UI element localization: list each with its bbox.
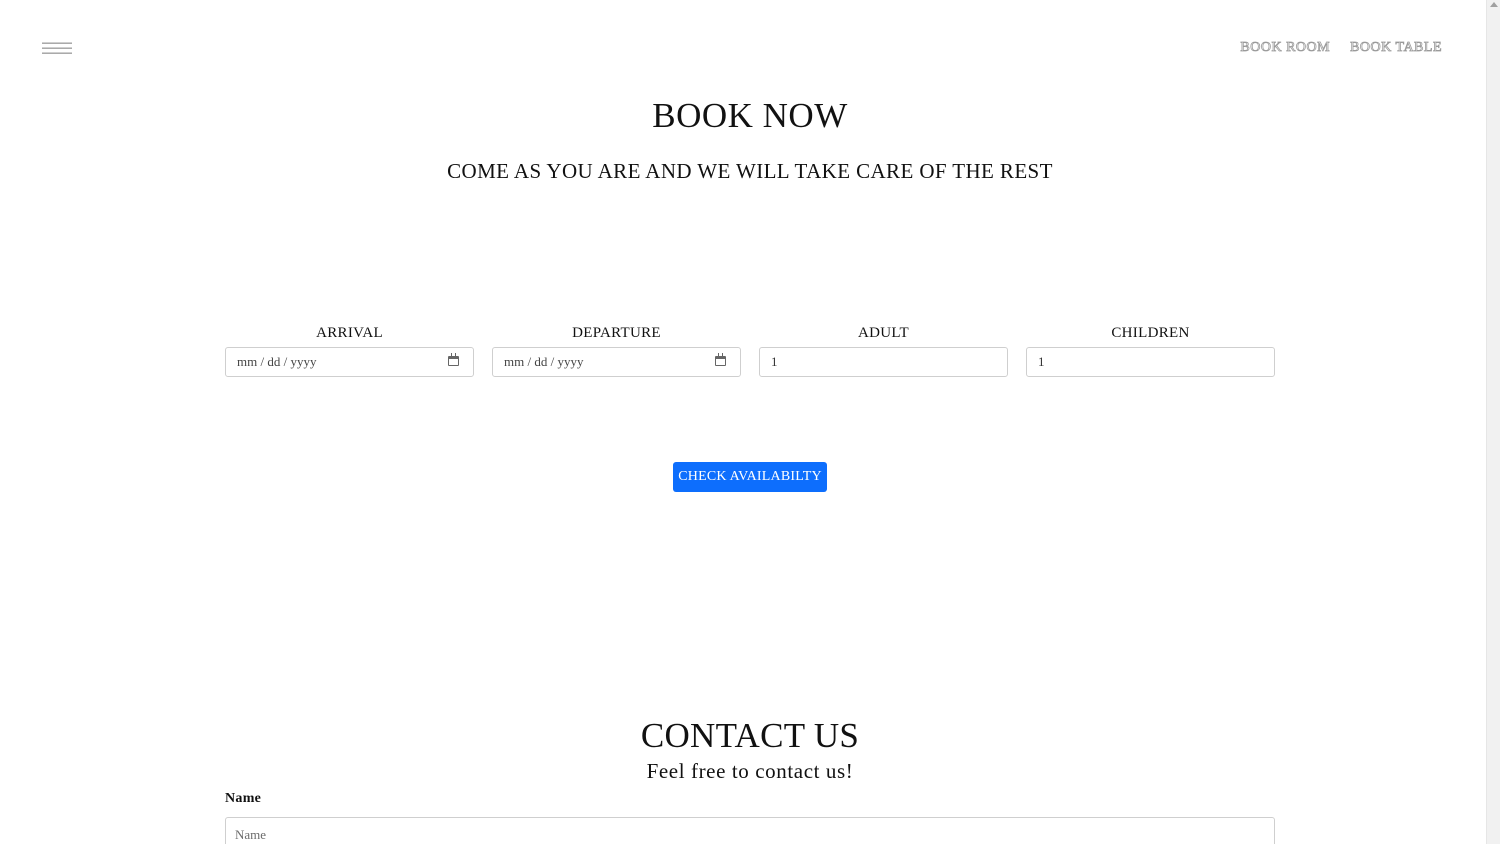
children-value: 1	[1038, 354, 1045, 369]
calendar-icon[interactable]	[715, 353, 726, 366]
adult-input[interactable]: 1	[759, 347, 1008, 377]
contact-us-subtitle: Feel free to contact us!	[646, 759, 854, 783]
adult-label: ADULT	[858, 325, 909, 341]
arrival-field: ARRIVAL mm / dd / yyyy	[225, 323, 474, 377]
booking-fields: ARRIVAL mm / dd / yyyy DEPARTURE mm / dd…	[225, 323, 1275, 377]
top-nav: BOOK ROOM BOOK TABLE	[1240, 40, 1442, 56]
page: BOOK ROOM BOOK TABLE BOOK NOW COME AS YO…	[0, 0, 1500, 844]
departure-date-value: mm / dd / yyyy	[504, 354, 584, 369]
departure-date-input[interactable]: mm / dd / yyyy	[492, 347, 741, 377]
adult-field: ADULT 1	[759, 323, 1008, 377]
arrival-date-input[interactable]: mm / dd / yyyy	[225, 347, 474, 377]
children-input[interactable]: 1	[1026, 347, 1275, 377]
book-now-title: BOOK NOW	[652, 96, 848, 135]
arrival-date-value: mm / dd / yyyy	[237, 354, 317, 369]
departure-field: DEPARTURE mm / dd / yyyy	[492, 323, 741, 377]
name-label: Name	[225, 791, 262, 806]
nav-book-room[interactable]: BOOK ROOM	[1240, 40, 1330, 56]
check-availability-button[interactable]: CHECK AVAILABILTY	[673, 462, 827, 492]
children-field: CHILDREN 1	[1026, 323, 1275, 377]
nav-book-table[interactable]: BOOK TABLE	[1350, 40, 1442, 56]
scroll-up-arrow-icon[interactable]	[1490, 2, 1498, 7]
calendar-icon[interactable]	[448, 353, 459, 366]
page-scrollbar[interactable]	[1486, 0, 1500, 844]
hamburger-menu-icon[interactable]	[42, 42, 72, 56]
arrival-label: ARRIVAL	[316, 325, 383, 341]
contact-us-title: CONTACT US	[640, 716, 860, 755]
children-label: CHILDREN	[1111, 325, 1190, 341]
adult-value: 1	[771, 354, 778, 369]
departure-label: DEPARTURE	[572, 325, 661, 341]
name-input[interactable]	[225, 817, 1275, 844]
book-now-subtitle: COME AS YOU ARE AND WE WILL TAKE CARE OF…	[447, 159, 1053, 183]
